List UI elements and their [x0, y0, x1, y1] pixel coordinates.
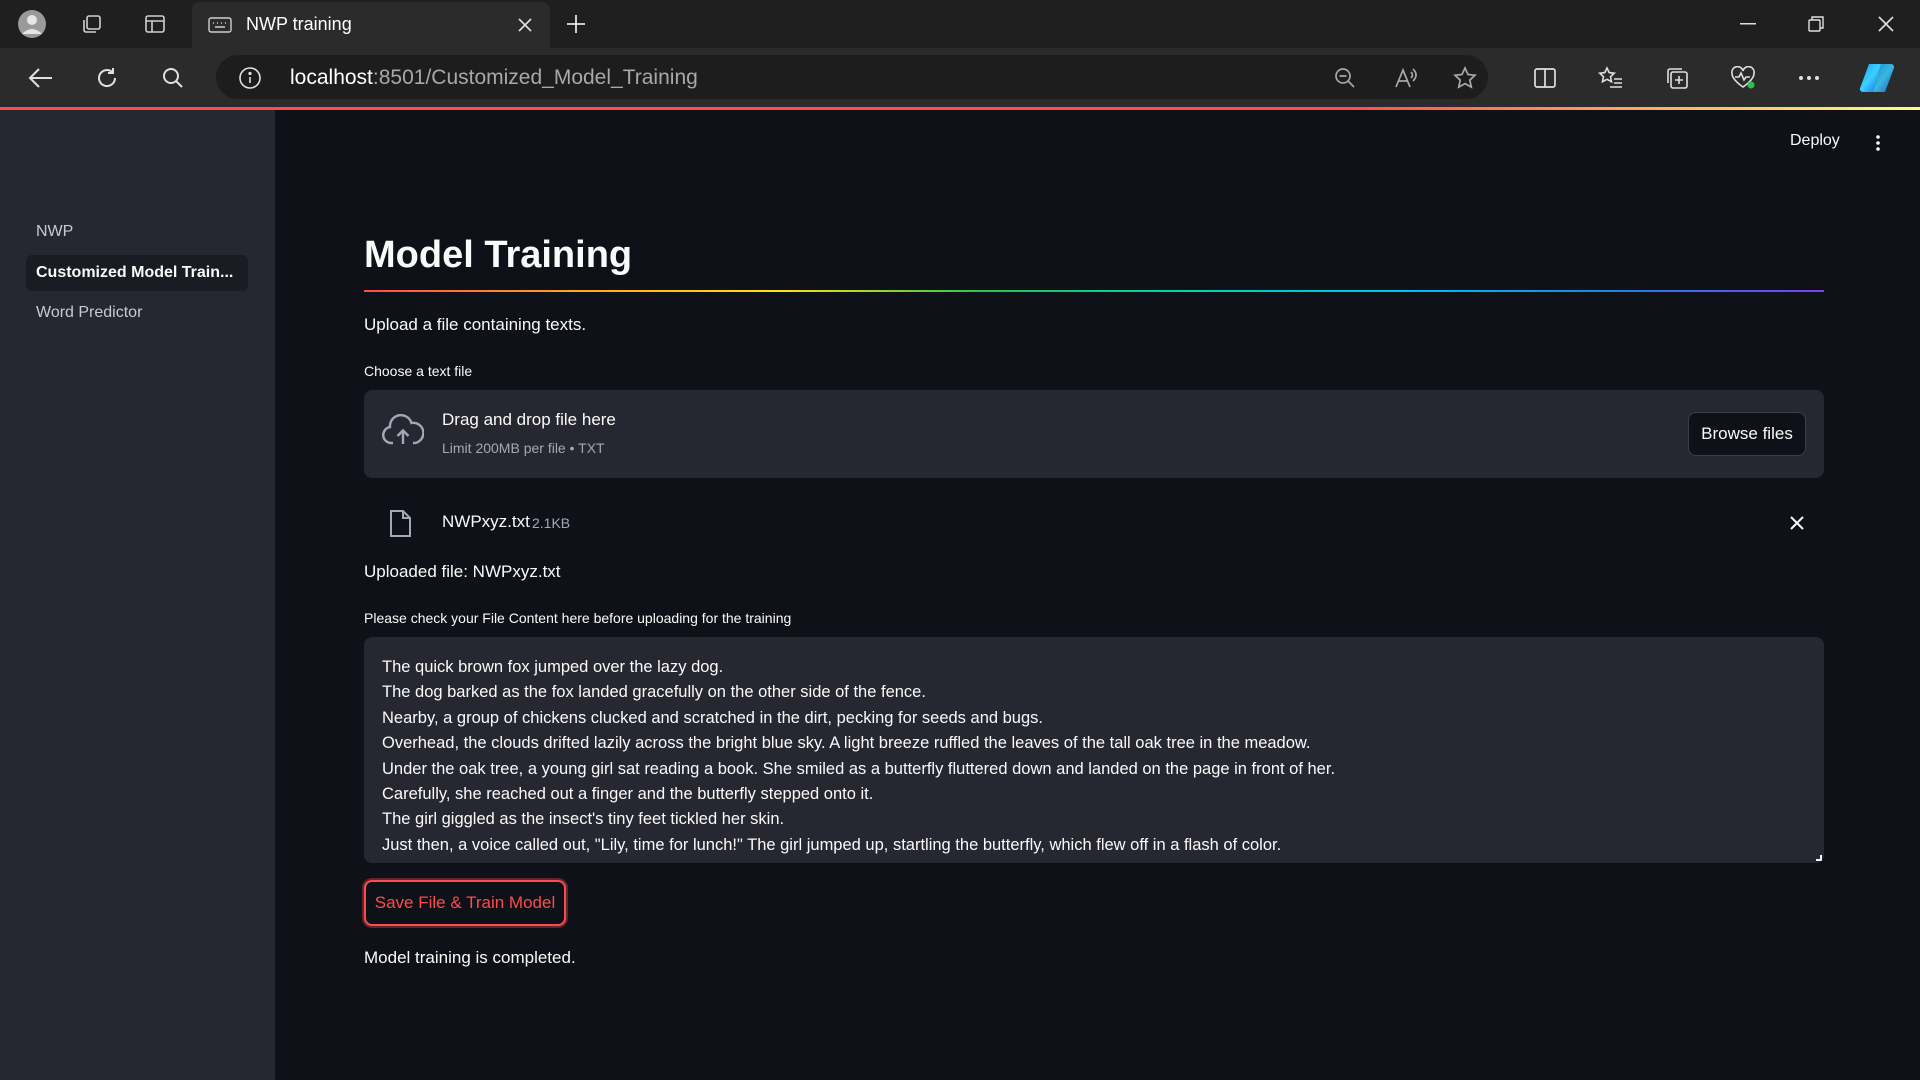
upload-description: Upload a file containing texts. [364, 315, 587, 334]
vertical-tabs-icon[interactable] [137, 6, 173, 42]
sidebar: NWP Customized Model Train... Word Predi… [0, 110, 275, 1080]
browse-files-button[interactable]: Browse files [1688, 412, 1806, 456]
close-tab-icon[interactable] [514, 14, 536, 36]
file-dropzone[interactable]: Drag and drop file here Limit 200MB per … [364, 390, 1824, 478]
file-name: NWPxyz.txt [442, 512, 530, 531]
url-text[interactable]: localhost:8501/Customized_Model_Training [290, 66, 698, 90]
sidebar-item-nwp[interactable]: NWP [26, 214, 248, 250]
cloud-upload-icon [382, 414, 424, 448]
address-bar[interactable]: localhost:8501/Customized_Model_Training [216, 55, 1488, 99]
back-icon[interactable] [22, 59, 60, 97]
url-host: localhost [290, 66, 373, 89]
resize-handle-icon[interactable] [1816, 855, 1822, 861]
close-window-icon[interactable] [1856, 4, 1916, 44]
search-icon[interactable] [154, 59, 192, 97]
remove-file-icon[interactable] [1786, 512, 1808, 534]
read-aloud-icon[interactable] [1391, 63, 1421, 93]
uploader-label: Choose a text file [364, 363, 473, 379]
main-menu-icon[interactable] [1868, 132, 1888, 154]
refresh-icon[interactable] [88, 59, 126, 97]
dropzone-limit-text: Limit 200MB per file • TXT [442, 440, 605, 456]
completion-message: Model training is completed. [364, 948, 576, 967]
textarea-label: Please check your File Content here befo… [364, 610, 792, 626]
copilot-icon[interactable] [1858, 59, 1896, 97]
file-icon [388, 510, 412, 538]
minimize-icon[interactable] [1718, 4, 1778, 44]
dropzone-title: Drag and drop file here [442, 410, 616, 429]
main-area: Deploy Model Training Upload a file cont… [275, 110, 1920, 1080]
restore-icon[interactable] [1786, 4, 1846, 44]
deploy-button[interactable]: Deploy [1790, 132, 1840, 150]
sidebar-item-label: Customized Model Train... [36, 264, 234, 281]
file-content-textarea[interactable]: The quick brown fox jumped over the lazy… [364, 637, 1824, 863]
url-path: :8501/Customized_Model_Training [372, 66, 698, 89]
title-divider [364, 290, 1824, 292]
collections-icon[interactable] [1658, 59, 1696, 97]
sidebar-item-label: NWP [36, 223, 74, 240]
file-size: 2.1KB [532, 515, 571, 531]
site-info-icon[interactable] [238, 66, 262, 90]
sidebar-item-word-predictor[interactable]: Word Predictor [26, 295, 248, 331]
new-tab-icon[interactable] [558, 6, 594, 42]
split-screen-icon[interactable] [1526, 59, 1564, 97]
favorite-star-icon[interactable] [1450, 63, 1480, 93]
save-train-button[interactable]: Save File & Train Model [364, 880, 566, 926]
keyboard-icon [208, 16, 232, 34]
sidebar-item-customized-model-training[interactable]: Customized Model Train... [26, 255, 248, 291]
favorites-icon[interactable] [1592, 59, 1630, 97]
browser-toolbar: localhost:8501/Customized_Model_Training [0, 48, 1920, 107]
uploaded-file-row: NWPxyz.txt 2.1KB [364, 496, 1824, 548]
uploaded-file-message: Uploaded file: NWPxyz.txt [364, 562, 561, 581]
browser-tab-strip: NWP training [0, 0, 1920, 48]
browser-essentials-icon[interactable] [1724, 59, 1762, 97]
profile-avatar-icon[interactable] [14, 6, 50, 42]
workspaces-icon[interactable] [74, 6, 110, 42]
sidebar-item-label: Word Predictor [36, 304, 143, 321]
tab-title: NWP training [246, 14, 352, 34]
file-content-text: The quick brown fox jumped over the lazy… [382, 658, 1336, 854]
page-title: Model Training [364, 234, 633, 276]
browser-tab-active[interactable]: NWP training [192, 2, 550, 48]
more-options-icon[interactable] [1790, 59, 1828, 97]
zoom-out-icon[interactable] [1330, 63, 1360, 93]
